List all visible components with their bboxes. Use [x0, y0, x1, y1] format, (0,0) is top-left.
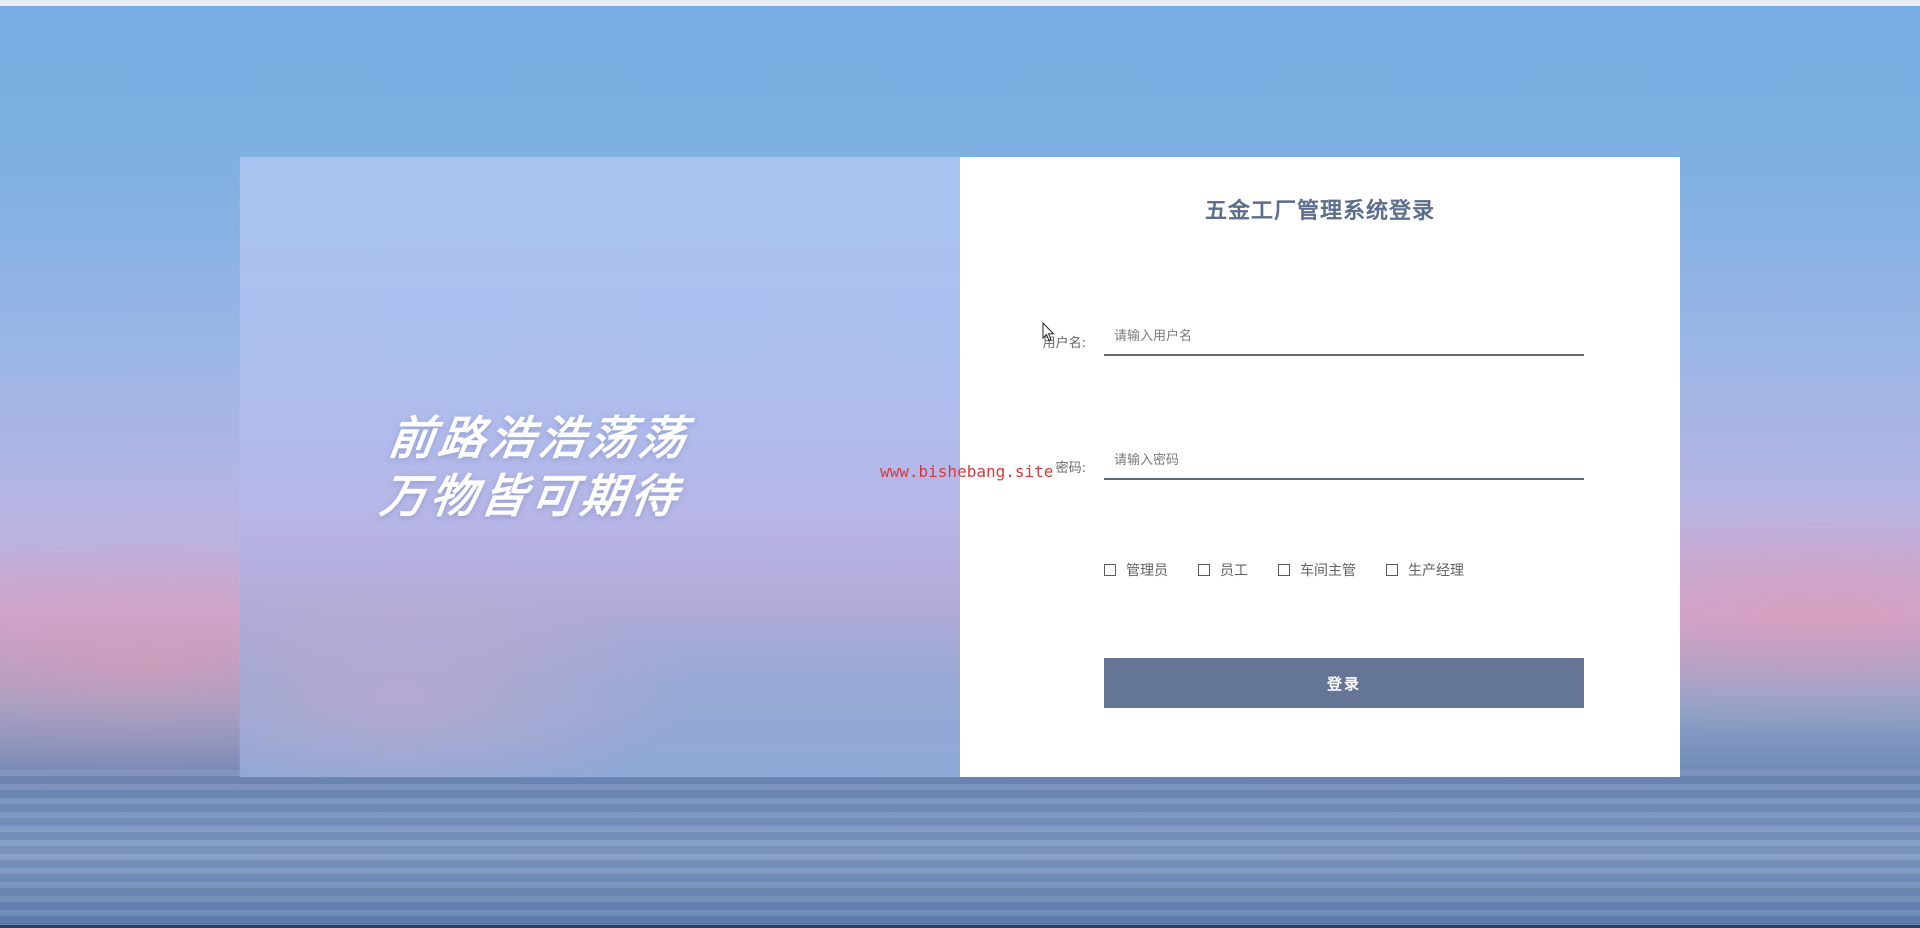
checkbox-unchecked-icon[interactable]: [1104, 564, 1116, 576]
role-option-production-manager[interactable]: 生产经理: [1386, 560, 1464, 580]
slogan-line-1: 前路浩浩荡荡: [385, 411, 693, 465]
login-form-panel: 五金工厂管理系统登录 用户名: 密码: 管理员 员工 车间主管 生产经理 登录: [960, 157, 1680, 777]
background-sea-image: [0, 770, 1920, 928]
role-label: 生产经理: [1408, 563, 1464, 579]
checkbox-unchecked-icon[interactable]: [1198, 564, 1210, 576]
role-option-admin[interactable]: 管理员: [1104, 560, 1168, 580]
slogan-line-2: 万物皆可期待: [377, 469, 685, 523]
role-label: 员工: [1220, 563, 1248, 579]
checkbox-unchecked-icon[interactable]: [1386, 564, 1398, 576]
mouse-pointer-icon: [1042, 322, 1055, 342]
form-title: 五金工厂管理系统登录: [1204, 199, 1435, 224]
password-input[interactable]: [1104, 442, 1584, 480]
role-selector: 管理员 员工 车间主管 生产经理: [1104, 558, 1494, 582]
role-label: 车间主管: [1300, 563, 1356, 579]
role-option-workshop-supervisor[interactable]: 车间主管: [1278, 560, 1356, 580]
slogan-text: 前路浩浩荡荡 万物皆可期待: [377, 409, 693, 525]
watermark-text: www.bishebang.site: [880, 462, 1054, 481]
role-option-employee[interactable]: 员工: [1198, 560, 1248, 580]
checkbox-unchecked-icon[interactable]: [1278, 564, 1290, 576]
username-label: 用户名:: [1042, 336, 1086, 351]
login-page: 前路浩浩荡荡 万物皆可期待 五金工厂管理系统登录 用户名: 密码: 管理员 员工…: [0, 0, 1920, 928]
username-input[interactable]: [1104, 318, 1584, 356]
slogan-panel: 前路浩浩荡荡 万物皆可期待: [240, 157, 960, 777]
login-button[interactable]: 登录: [1104, 658, 1584, 708]
role-label: 管理员: [1126, 563, 1168, 579]
